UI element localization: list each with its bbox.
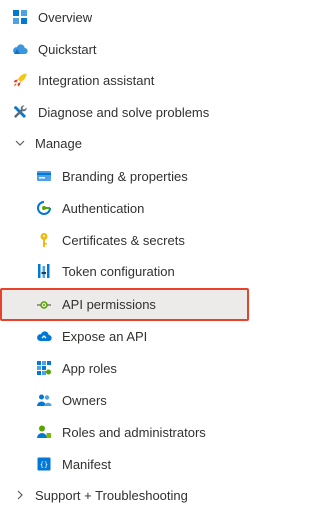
menu-item-label: Expose an API [62, 328, 148, 344]
menu-item-label: Owners [62, 392, 107, 408]
bars-icon [35, 262, 53, 280]
key-icon [35, 231, 53, 249]
menu-item-authentication[interactable]: Authentication [0, 194, 251, 222]
menu-item-token-configuration[interactable]: Token configuration [0, 257, 251, 285]
menu-item-api-permissions[interactable]: API permissions [0, 288, 249, 321]
side-menu: Overview Quickstart Integration assistan… [0, 0, 251, 513]
menu-item-branding[interactable]: Branding & properties [0, 162, 251, 190]
manage-group-header[interactable]: Manage [0, 129, 251, 157]
menu-item-label: API permissions [62, 297, 156, 312]
wrench-icon [11, 103, 29, 121]
menu-item-manifest[interactable]: {} Manifest [0, 450, 251, 478]
menu-item-label: Integration assistant [38, 72, 155, 88]
support-group-label: Support + Troubleshooting [35, 487, 188, 503]
chevron-right-icon [13, 488, 27, 502]
menu-item-label: Quickstart [38, 41, 97, 57]
menu-item-label: Overview [38, 9, 93, 25]
menu-item-label: Roles and administrators [62, 424, 206, 440]
chevron-down-icon [13, 136, 27, 150]
support-group-header[interactable]: Support + Troubleshooting [0, 481, 251, 509]
menu-item-label: Manifest [62, 456, 112, 472]
user-admin-icon [35, 423, 53, 441]
menu-item-label: App roles [62, 360, 117, 376]
people-icon [35, 391, 53, 409]
menu-item-label: Diagnose and solve problems [38, 104, 210, 120]
menu-item-roles-administrators[interactable]: Roles and administrators [0, 418, 251, 446]
card-icon [35, 167, 53, 185]
app-grid-icon [35, 359, 53, 377]
auth-icon [35, 199, 53, 217]
cloud-api-icon [35, 327, 53, 345]
manage-group-label: Manage [35, 135, 82, 151]
menu-item-overview[interactable]: Overview [0, 3, 251, 31]
svg-text:{}: {} [40, 461, 48, 469]
api-icon [35, 296, 53, 314]
manifest-icon: {} [35, 455, 53, 473]
menu-item-label: Authentication [62, 200, 145, 216]
menu-item-label: Certificates & secrets [62, 232, 185, 248]
menu-item-app-roles[interactable]: App roles [0, 354, 251, 382]
menu-item-label: Token configuration [62, 263, 175, 279]
menu-item-quickstart[interactable]: Quickstart [0, 35, 251, 63]
menu-item-label: Branding & properties [62, 168, 188, 184]
menu-item-integration-assistant[interactable]: Integration assistant [0, 66, 251, 94]
rocket-icon [11, 71, 29, 89]
menu-item-owners[interactable]: Owners [0, 386, 251, 414]
grid-icon [11, 8, 29, 26]
menu-item-diagnose[interactable]: Diagnose and solve problems [0, 98, 251, 126]
cloud-icon [11, 40, 29, 58]
menu-item-expose-api[interactable]: Expose an API [0, 322, 251, 350]
menu-item-certificates[interactable]: Certificates & secrets [0, 226, 251, 254]
